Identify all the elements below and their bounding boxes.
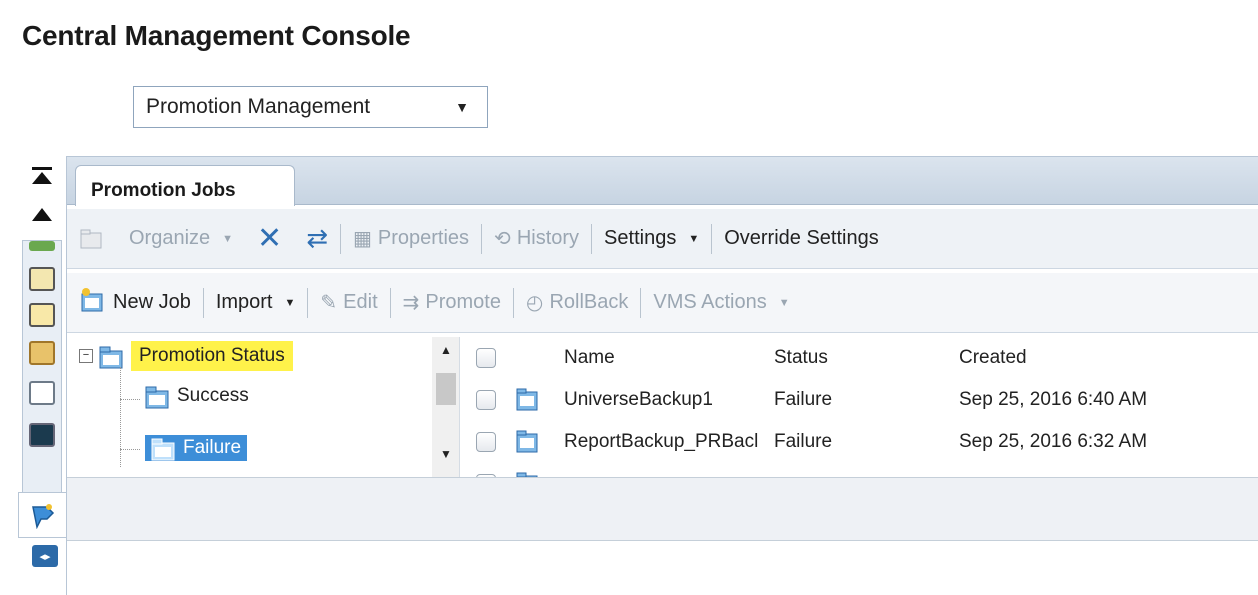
chevron-down-icon: ▼ [284,296,296,309]
column-header-created[interactable]: Created [959,347,1219,369]
promotion-tool-icon[interactable] [18,492,66,538]
collapse-icon[interactable]: − [79,349,93,363]
job-name: UniverseBackup1 [564,389,713,410]
scroll-up-icon[interactable]: ▲ [440,343,452,357]
monitor-icon[interactable] [29,423,55,447]
bottom-bar [67,477,1258,541]
tree-item-label: Success [177,385,249,406]
left-toolbar: ◂▸ [18,160,66,595]
job-name: ReportBackup_PRBacl [564,431,759,452]
history-button[interactable]: ⟲ History [482,226,591,251]
rollback-label: RollBack [549,291,629,313]
select-all-checkbox[interactable] [476,348,496,368]
tree-scrollbar[interactable]: ▲ ▼ [432,337,460,477]
users-icon[interactable] [29,241,55,251]
tree-item-success[interactable]: Success [145,385,249,409]
table-row[interactable]: UniverseBackup1 Failure Sep 25, 2016 6:4… [460,379,1258,421]
column-header-status[interactable]: Status [774,347,959,369]
column-header-name[interactable]: Name [564,347,774,369]
toolbar-primary: Organize ▼ ✕ ⇄ ▦ Properties ⟲ History Se… [67,209,1258,269]
delete-button[interactable]: ✕ [245,221,294,255]
override-settings-button[interactable]: Override Settings [712,227,891,250]
grid-header: Name Status Created [460,337,1258,379]
properties-icon: ▦ [352,228,372,250]
module-select-value: Promotion Management [146,95,371,118]
jobs-grid: Name Status Created UniverseBackup1 Fail… [459,337,1258,477]
job-icon [508,429,548,455]
tree-line [120,399,140,400]
module-select[interactable]: Promotion Management ▼ [133,86,488,128]
job-created: Sep 25, 2016 6:32 AM [959,431,1148,452]
properties-button[interactable]: ▦ Properties [341,226,481,251]
scroll-thumb[interactable] [436,373,456,405]
tree-line [120,367,121,467]
expand-panel-icon[interactable]: ◂▸ [32,545,58,567]
chevron-down-icon: ▼ [688,232,700,245]
main-panel: Promotion Jobs Organize ▼ ✕ ⇄ ▦ Properti… [66,156,1258,595]
pencil-icon: ✎ [320,292,338,314]
chevron-down-icon: ▼ [222,232,234,245]
organize-button[interactable]: Organize ▼ [117,227,245,250]
import-button[interactable]: Import ▼ [204,291,308,314]
vms-actions-button[interactable]: VMS Actions ▼ [641,291,801,314]
import-label: Import [215,291,273,313]
tree-item-failure[interactable]: Failure [145,435,248,461]
collapse-top-icon[interactable] [22,162,62,190]
chevron-down-icon: ▼ [778,296,790,309]
tab-promotion-jobs[interactable]: Promotion Jobs [75,165,295,206]
status-tree: − Promotion Status Success Failure ▲ ▼ [75,337,460,477]
refresh-icon: ⇄ [306,223,328,253]
grid-icon[interactable] [29,341,55,365]
refresh-button[interactable]: ⇄ [294,223,340,254]
job-created: Sep 25, 2016 6:40 AM [959,389,1148,410]
rollback-icon: ◴ [525,292,544,314]
tree-item-label: Failure [183,437,242,458]
scroll-down-icon[interactable]: ▼ [440,447,452,461]
table-row[interactable]: ReportBackup_PRBacl Failure Sep 25, 2016… [460,421,1258,463]
edit-button[interactable]: ✎ Edit [308,290,389,315]
vms-actions-label: VMS Actions [653,291,767,313]
dropdown-arrow-icon: ▼ [455,99,469,115]
organize-label: Organize [129,227,211,249]
promote-button[interactable]: ⇉ Promote [391,290,513,315]
clipboard-icon[interactable] [29,267,55,291]
tree-line [120,449,140,450]
new-job-icon [79,287,107,319]
tab-bar: Promotion Jobs [67,157,1258,206]
toolbar-secondary: New Job Import ▼ ✎ Edit ⇉ Promote ◴ Roll… [67,273,1258,333]
promote-icon: ⇉ [402,292,420,314]
edit-label: Edit [343,291,378,313]
close-icon: ✕ [257,221,283,255]
history-label: History [516,227,580,249]
new-job-button[interactable]: New Job [67,287,203,319]
table-row-partial[interactable] [460,463,1258,477]
promote-label: Promote [425,291,501,313]
folder-new-icon[interactable] [67,228,117,250]
collapse-up-icon[interactable] [22,200,62,228]
job-status: Failure [774,431,833,452]
notes-icon[interactable] [29,303,55,327]
row-checkbox[interactable] [476,390,496,410]
job-icon [508,387,548,413]
tree-root-label: Promotion Status [131,341,293,371]
row-checkbox[interactable] [476,432,496,452]
folder-icon [145,385,171,409]
settings-button[interactable]: Settings ▼ [592,227,711,250]
folder-icon [99,345,125,369]
tree-root[interactable]: − Promotion Status [79,341,293,371]
job-status: Failure [774,389,833,410]
properties-label: Properties [377,227,470,249]
app-title: Central Management Console [22,20,411,51]
tool-column [22,240,62,495]
history-icon: ⟲ [494,228,511,250]
new-job-label: New Job [113,291,191,313]
doc-check-icon[interactable] [29,381,55,405]
folder-icon [151,437,177,461]
tree-item-selected: Failure [145,435,248,461]
settings-label: Settings [604,227,677,249]
rollback-button[interactable]: ◴ RollBack [514,290,640,315]
